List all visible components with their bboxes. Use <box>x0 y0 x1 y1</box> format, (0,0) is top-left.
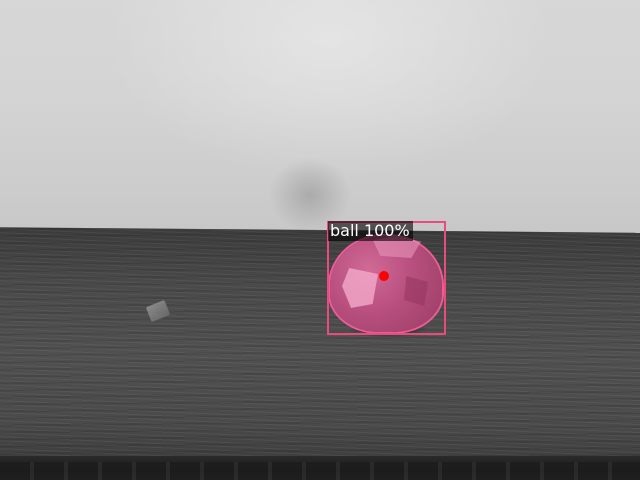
floor-strip <box>0 462 640 480</box>
detection-label: ball 100% <box>328 221 413 241</box>
wooden-table-surface <box>0 227 640 463</box>
photo-scene: ball 100% <box>0 0 640 480</box>
